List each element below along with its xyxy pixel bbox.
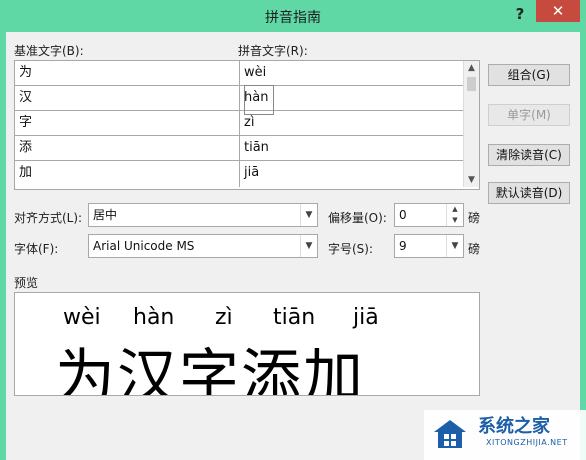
preview-pinyin-2: hàn xyxy=(133,305,175,330)
preview-pinyin-4: tiān xyxy=(273,305,316,330)
help-button[interactable]: ? xyxy=(508,3,532,25)
size-label: 字号(S): xyxy=(328,242,374,256)
preview-pinyin-1: wèi xyxy=(63,305,101,330)
base-cell-5[interactable]: 加 xyxy=(15,161,239,187)
watermark-title: 系统之家 xyxy=(478,416,550,437)
title-bar: 拼音指南 ? ✕ xyxy=(0,0,586,32)
spin-up-icon[interactable]: ▲ xyxy=(447,204,463,215)
single-char-button[interactable]: 单字(M) xyxy=(488,104,570,126)
base-cell-1[interactable]: 为 xyxy=(15,61,239,86)
chevron-down-icon[interactable]: ▼ xyxy=(300,235,317,257)
pinyin-grid: 为 wèi 汉 hàn 字 zì 添 tiān 加 jiā ▲ ▼ xyxy=(14,60,480,190)
close-button[interactable]: ✕ xyxy=(536,0,580,22)
font-value: Arial Unicode MS xyxy=(93,239,195,253)
size-unit: 磅 xyxy=(468,242,481,256)
offset-label: 偏移量(O): xyxy=(328,211,387,225)
default-reading-button[interactable]: 默认读音(D) xyxy=(488,182,570,204)
base-cell-4[interactable]: 添 xyxy=(15,136,239,161)
align-label: 对齐方式(L): xyxy=(14,211,83,225)
combine-button[interactable]: 组合(G) xyxy=(488,64,570,86)
scroll-down-icon[interactable]: ▼ xyxy=(464,175,479,185)
preview-hanzi: 为汉字添加 xyxy=(55,343,365,396)
cursor-crosshair-icon xyxy=(244,85,274,115)
scroll-thumb[interactable] xyxy=(467,77,476,91)
font-select[interactable]: Arial Unicode MS ▼ xyxy=(88,234,318,258)
pinyin-cell-5[interactable]: jiā xyxy=(240,161,463,187)
spinner-arrows[interactable]: ▲ ▼ xyxy=(446,204,463,226)
scroll-up-icon[interactable]: ▲ xyxy=(464,63,479,73)
offset-value: 0 xyxy=(399,208,407,222)
chevron-down-icon[interactable]: ▼ xyxy=(446,235,463,257)
house-logo-icon xyxy=(434,420,466,448)
dialog-body: 基准文字(B): 拼音文字(R): 为 wèi 汉 hàn 字 zì 添 tiā… xyxy=(6,32,580,460)
size-value: 9 xyxy=(399,239,407,253)
size-select[interactable]: 9 ▼ xyxy=(394,234,464,258)
grid-scrollbar[interactable]: ▲ ▼ xyxy=(463,61,479,187)
preview-pinyin-5: jiā xyxy=(353,305,379,330)
base-cell-3[interactable]: 字 xyxy=(15,111,239,136)
preview-pane: wèi hàn zì tiān jiā 为汉字添加 xyxy=(14,292,480,396)
pinyin-cell-4[interactable]: tiān xyxy=(240,136,463,161)
base-text-label: 基准文字(B): xyxy=(14,44,84,58)
preview-pinyin-3: zì xyxy=(215,305,233,330)
align-value: 居中 xyxy=(93,208,118,222)
spin-down-icon[interactable]: ▼ xyxy=(447,215,463,226)
chevron-down-icon[interactable]: ▼ xyxy=(300,204,317,226)
font-label: 字体(F): xyxy=(14,242,59,256)
base-cell-2[interactable]: 汉 xyxy=(15,86,239,111)
offset-unit: 磅 xyxy=(468,211,481,225)
pinyin-text-label: 拼音文字(R): xyxy=(238,44,308,58)
clear-reading-button[interactable]: 清除读音(C) xyxy=(488,144,570,166)
preview-label: 预览 xyxy=(14,276,39,290)
offset-spinner[interactable]: 0 ▲ ▼ xyxy=(394,203,464,227)
pinyin-cell-1[interactable]: wèi xyxy=(240,61,463,86)
align-select[interactable]: 居中 ▼ xyxy=(88,203,318,227)
watermark-subtitle: XITONGZHIJIA.NET xyxy=(486,438,568,447)
column-divider xyxy=(239,61,240,187)
window-title: 拼音指南 xyxy=(265,10,321,26)
